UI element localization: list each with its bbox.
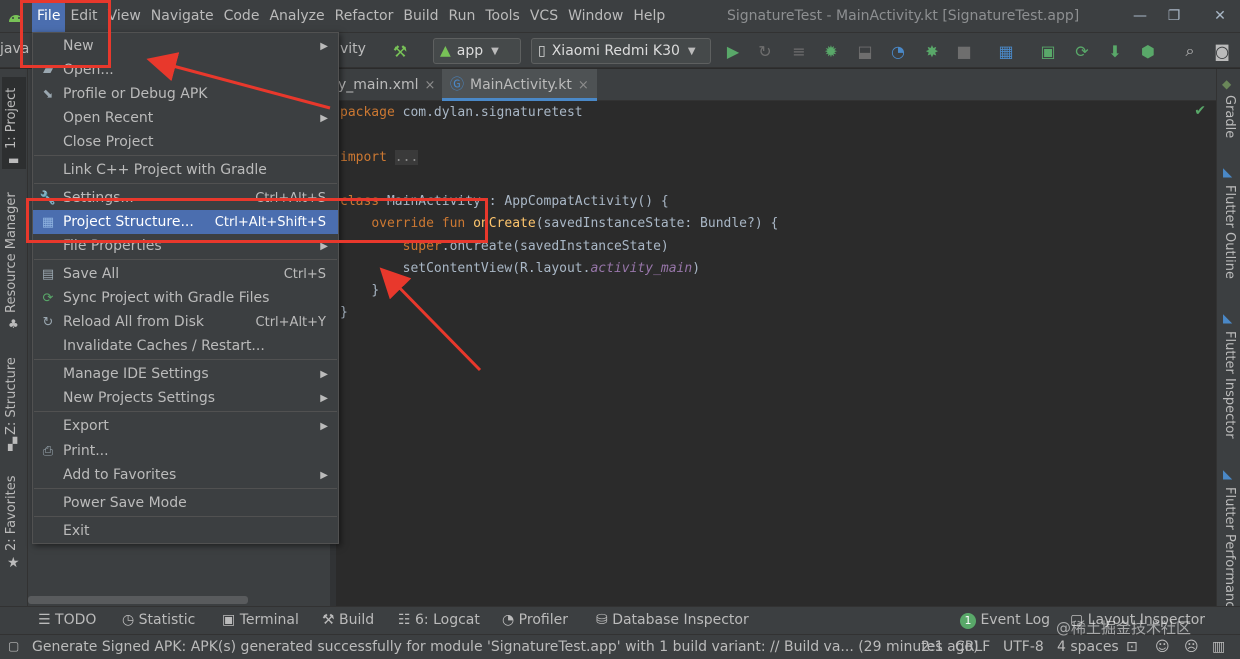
watermark-text: @稀土掘金技术社区 <box>1056 619 1192 637</box>
arrow-to-project-structure <box>379 267 482 372</box>
annotation-arrows <box>146 52 482 372</box>
arrow-to-file-menu <box>146 52 331 110</box>
